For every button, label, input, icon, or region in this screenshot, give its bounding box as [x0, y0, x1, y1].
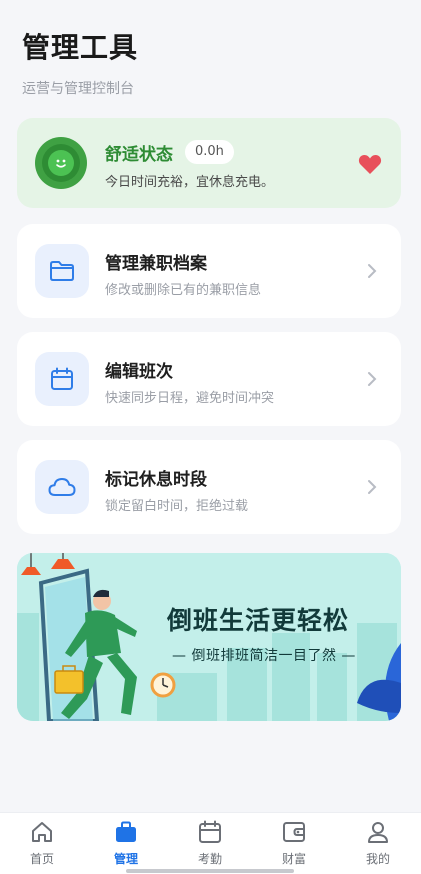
user-icon — [368, 822, 388, 843]
chevron-right-icon — [367, 371, 377, 391]
promo-banner[interactable]: 倒班生活更轻松 — 倒班排班简洁一目了然 — — [17, 553, 401, 721]
wallet-icon — [283, 822, 305, 842]
tab-bar: 首页 管理 考勤 财富 我的 — [0, 812, 421, 874]
menu-item-edit-shifts[interactable]: 编辑班次 快速同步日程，避免时间冲突 — [17, 332, 401, 426]
briefcase-icon — [116, 821, 136, 842]
menu-item-manage-profiles[interactable]: 管理兼职档案 修改或删除已有的兼职信息 — [17, 224, 401, 318]
menu-item-description: 快速同步日程，避免时间冲突 — [105, 391, 275, 406]
tab-label: 首页 — [29, 852, 54, 866]
smiley-icon — [35, 137, 87, 189]
home-icon — [32, 822, 52, 842]
calendar-icon — [199, 820, 221, 843]
tab-label: 管理 — [113, 852, 138, 866]
tab-home[interactable]: 首页 — [0, 819, 84, 869]
tab-wealth[interactable]: 财富 — [252, 819, 336, 869]
menu-item-title: 编辑班次 — [105, 362, 173, 382]
status-card[interactable]: 舒适状态 0.0h 今日时间充裕，宜休息充电。 — [17, 118, 401, 208]
menu-item-mark-rest[interactable]: 标记休息时段 锁定留白时间，拒绝过载 — [17, 440, 401, 534]
calendar-icon — [35, 352, 89, 406]
heart-icon[interactable] — [358, 153, 382, 179]
tab-label: 财富 — [281, 852, 306, 866]
page-title: 管理工具 — [22, 31, 139, 64]
menu-item-description: 锁定留白时间，拒绝过载 — [105, 499, 249, 514]
chevron-right-icon — [367, 263, 377, 283]
banner-subtitle: — 倒班排班简洁一目了然 — — [172, 648, 356, 664]
home-indicator[interactable] — [126, 869, 294, 873]
status-description: 今日时间充裕，宜休息充电。 — [105, 175, 275, 190]
tab-label: 考勤 — [197, 852, 222, 866]
page-subtitle: 运营与管理控制台 — [22, 81, 134, 97]
banner-title: 倒班生活更轻松 — [167, 606, 350, 635]
status-title: 舒适状态 — [105, 145, 173, 165]
chevron-right-icon — [367, 479, 377, 499]
tab-label: 我的 — [365, 852, 390, 866]
tab-manage[interactable]: 管理 — [84, 819, 168, 869]
menu-item-title: 管理兼职档案 — [105, 254, 207, 274]
tab-profile[interactable]: 我的 — [336, 819, 420, 869]
status-badge: 0.0h — [185, 140, 234, 164]
menu-item-title: 标记休息时段 — [105, 470, 207, 490]
tab-attendance[interactable]: 考勤 — [168, 819, 252, 869]
folder-icon — [35, 244, 89, 298]
page-header: 管理工具 运营与管理控制台 — [22, 26, 138, 98]
banner-illustration — [17, 553, 401, 721]
cloud-icon — [35, 460, 89, 514]
menu-item-description: 修改或删除已有的兼职信息 — [105, 283, 262, 298]
